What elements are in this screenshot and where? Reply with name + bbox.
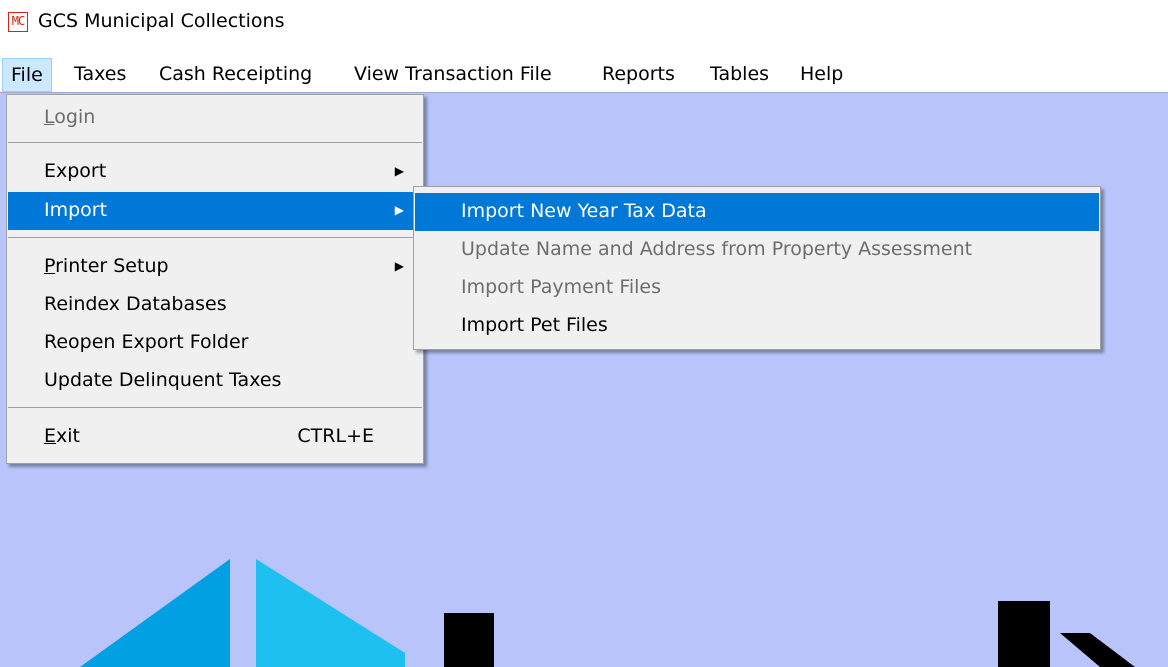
app-logo-icon: MC bbox=[8, 12, 28, 32]
logo-letter-stroke-1 bbox=[444, 613, 494, 667]
submenu-arrow-icon: ▶ bbox=[394, 164, 404, 178]
menu-item-label: Printer Setup bbox=[44, 255, 169, 277]
menu-item-label: Login bbox=[44, 106, 96, 128]
menu-item-label: Import bbox=[44, 199, 108, 221]
submenu-arrow-icon: ▶ bbox=[394, 259, 404, 273]
menu-item-update-name-and-address[interactable]: Update Name and Address from Property As… bbox=[415, 231, 1099, 269]
file-menu-dropdown: Login Export ▶ Import ▶ Printer Setup ▶ … bbox=[6, 94, 424, 464]
submenu-arrow-icon: ▶ bbox=[394, 203, 404, 217]
menu-item-label: Reopen Export Folder bbox=[44, 331, 249, 353]
menu-item-import-payment-files[interactable]: Import Payment Files bbox=[415, 269, 1099, 307]
menu-item-reindex-databases[interactable]: Reindex Databases bbox=[8, 286, 422, 324]
logo-right-facet bbox=[256, 559, 405, 667]
menu-item-label: Update Delinquent Taxes bbox=[44, 369, 282, 391]
menu-separator bbox=[8, 407, 422, 408]
import-submenu: Import New Year Tax Data Update Name and… bbox=[413, 186, 1101, 350]
logo-letter-stroke-3 bbox=[1060, 633, 1135, 667]
menu-item-label: Import Payment Files bbox=[461, 276, 662, 298]
menu-view-transaction-file[interactable]: View Transaction File bbox=[346, 58, 560, 92]
menu-item-label: Import New Year Tax Data bbox=[461, 200, 707, 222]
logo-left-facet bbox=[80, 559, 230, 667]
menu-bar: File Taxes Cash Receipting View Transact… bbox=[0, 58, 1168, 92]
menu-taxes[interactable]: Taxes bbox=[66, 58, 134, 92]
menu-item-shortcut: CTRL+E bbox=[297, 425, 374, 447]
menu-item-label: Export bbox=[44, 160, 107, 182]
menu-item-label: Import Pet Files bbox=[461, 314, 608, 336]
window-title: GCS Municipal Collections bbox=[38, 10, 285, 32]
menu-separator bbox=[8, 237, 422, 238]
title-bar: MC GCS Municipal Collections bbox=[0, 0, 1168, 50]
menu-item-label: Reindex Databases bbox=[44, 293, 227, 315]
menu-item-printer-setup[interactable]: Printer Setup ▶ bbox=[8, 248, 422, 286]
menu-cash-receipting[interactable]: Cash Receipting bbox=[151, 58, 320, 92]
menu-help[interactable]: Help bbox=[792, 58, 851, 92]
menu-item-export[interactable]: Export ▶ bbox=[8, 153, 422, 191]
menu-item-update-delinquent-taxes[interactable]: Update Delinquent Taxes bbox=[8, 362, 422, 400]
menu-separator bbox=[8, 142, 422, 143]
menu-item-login[interactable]: Login bbox=[8, 99, 422, 137]
menu-item-import-pet-files[interactable]: Import Pet Files bbox=[415, 307, 1099, 345]
menu-item-reopen-export-folder[interactable]: Reopen Export Folder bbox=[8, 324, 422, 362]
menu-item-import-new-year-tax-data[interactable]: Import New Year Tax Data bbox=[415, 193, 1099, 231]
menu-tables[interactable]: Tables bbox=[702, 58, 777, 92]
menu-reports[interactable]: Reports bbox=[594, 58, 683, 92]
menu-item-exit[interactable]: Exit CTRL+E bbox=[8, 418, 422, 456]
menu-item-label: Update Name and Address from Property As… bbox=[461, 238, 973, 260]
logo-letter-stroke-2 bbox=[998, 601, 1050, 667]
menu-item-label: Exit bbox=[44, 425, 80, 447]
menu-file[interactable]: File bbox=[2, 58, 52, 92]
menu-item-import[interactable]: Import ▶ bbox=[8, 192, 422, 230]
